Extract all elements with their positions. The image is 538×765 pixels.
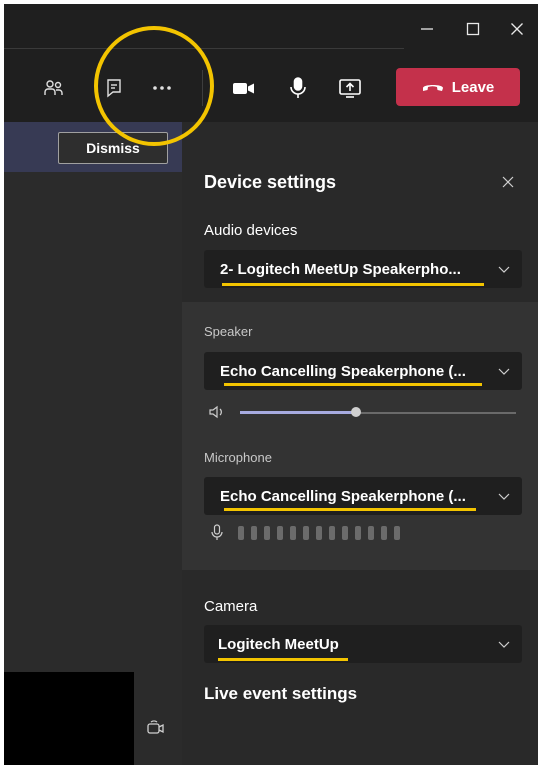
panel-title: Device settings — [204, 172, 337, 192]
camera-icon — [233, 83, 254, 94]
minimize-icon — [421, 28, 433, 30]
more-options-button[interactable] — [146, 72, 178, 104]
chevron-down-icon — [498, 368, 510, 375]
chat-icon — [107, 79, 121, 98]
speaker-volume-fill — [240, 411, 356, 414]
title-bar-divider — [4, 48, 404, 49]
chat-button[interactable] — [98, 72, 130, 104]
speaker-label: Speaker — [204, 324, 253, 339]
camera-toggle-button[interactable] — [228, 72, 260, 104]
microphone-label: Microphone — [204, 450, 272, 465]
speaker-volume-icon — [209, 405, 222, 419]
speaker-highlight-underline — [224, 383, 482, 386]
microphone-highlight-underline — [224, 508, 476, 511]
participants-button[interactable] — [38, 72, 70, 104]
microphone-level-meter — [238, 526, 400, 540]
audio-device-highlight-underline — [222, 283, 484, 286]
microphone-value: Echo Cancelling Speakerphone (... — [220, 487, 466, 505]
close-icon — [502, 176, 514, 188]
mic-level-bar — [368, 526, 374, 540]
mic-level-bar — [355, 526, 361, 540]
close-panel-button[interactable] — [496, 170, 520, 194]
participants-icon — [44, 80, 63, 95]
mic-level-bar — [251, 526, 257, 540]
microphone-icon — [290, 77, 306, 98]
leave-label: Leave — [451, 78, 495, 96]
leave-button[interactable]: Leave — [396, 68, 520, 106]
more-options-icon — [153, 86, 171, 90]
switch-camera-icon — [147, 720, 164, 734]
mic-level-bar — [290, 526, 296, 540]
maximize-button[interactable] — [456, 14, 490, 44]
speaker-value: Echo Cancelling Speakerphone (... — [220, 362, 466, 380]
title-bar — [4, 4, 538, 52]
camera-label: Camera — [204, 598, 258, 615]
chevron-down-icon — [498, 493, 510, 500]
close-icon — [511, 23, 523, 35]
toolbar-divider — [202, 70, 203, 106]
close-window-button[interactable] — [500, 14, 534, 44]
mic-level-bar — [329, 526, 335, 540]
microphone-level-icon — [211, 524, 223, 540]
maximize-icon — [466, 22, 480, 36]
share-screen-button[interactable] — [334, 72, 366, 104]
audio-device-value: 2- Logitech MeetUp Speakerpho... — [220, 260, 461, 278]
notification-banner: Dismiss — [4, 122, 182, 172]
mic-level-bar — [342, 526, 348, 540]
meeting-toolbar: Leave — [4, 52, 538, 122]
mic-level-bar — [394, 526, 400, 540]
camera-value: Logitech MeetUp — [218, 635, 339, 653]
mic-level-bar — [381, 526, 387, 540]
teams-meeting-window: Leave Dismiss Device settings Audio devi… — [4, 4, 538, 765]
mic-level-bar — [238, 526, 244, 540]
share-screen-icon — [339, 79, 361, 98]
mic-level-bar — [303, 526, 309, 540]
audio-devices-label: Audio devices — [204, 222, 298, 239]
chevron-down-icon — [498, 641, 510, 648]
camera-highlight-underline — [218, 658, 348, 661]
live-event-settings-title: Live event settings — [204, 684, 358, 703]
mic-level-bar — [264, 526, 270, 540]
chevron-down-icon — [498, 266, 510, 273]
microphone-toggle-button[interactable] — [282, 72, 314, 104]
mic-level-bar — [316, 526, 322, 540]
self-video-tile — [4, 672, 134, 765]
mic-level-bar — [277, 526, 283, 540]
speaker-volume-thumb[interactable] — [351, 407, 361, 417]
hang-up-icon — [422, 85, 443, 91]
switch-camera-button[interactable] — [144, 716, 168, 740]
device-settings-panel: Device settings Audio devices 2- Logitec… — [182, 122, 538, 765]
minimize-button[interactable] — [410, 14, 444, 44]
dismiss-button[interactable]: Dismiss — [58, 132, 168, 164]
